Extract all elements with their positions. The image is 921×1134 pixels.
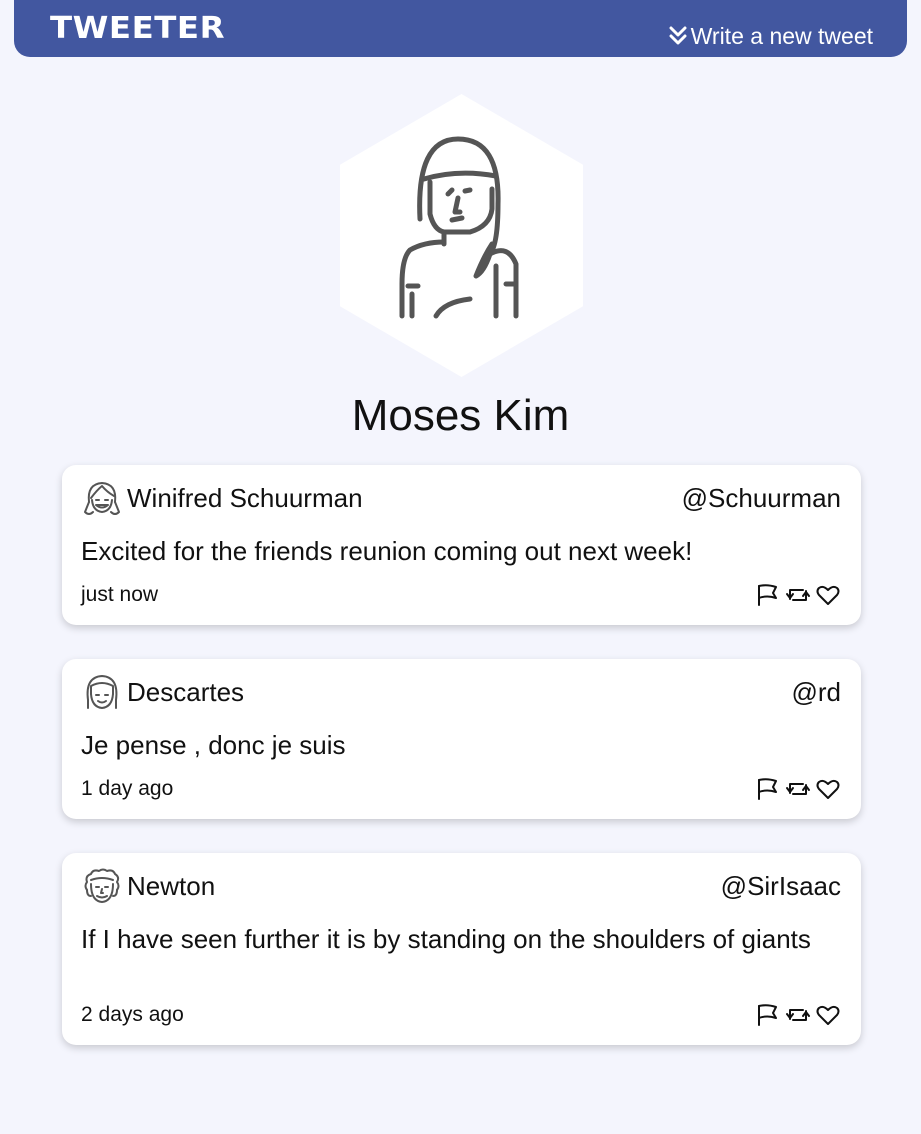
write-new-tweet-button[interactable]: Write a new tweet: [669, 22, 873, 50]
tweet-footer: just now: [81, 581, 841, 609]
profile-name: Moses Kim: [351, 391, 570, 440]
tweet-timestamp: 2 days ago: [81, 1003, 184, 1026]
tweet-header: Winifred Schuurman @Schuurman: [81, 478, 841, 518]
profile-avatar: [340, 94, 583, 377]
flag-icon[interactable]: [755, 583, 781, 607]
tweet-header: Descartes @rd: [81, 672, 841, 712]
flag-icon[interactable]: [755, 777, 781, 801]
retweet-icon[interactable]: [785, 777, 811, 801]
tweet-author-name[interactable]: Descartes: [127, 676, 244, 708]
tweet-footer: 1 day ago: [81, 775, 841, 803]
tweet-timestamp: just now: [81, 583, 159, 606]
retweet-icon[interactable]: [785, 1003, 811, 1027]
tweet-card: Descartes @rd Je pense , donc je suis 1 …: [62, 659, 861, 819]
tweet-actions: [755, 777, 841, 801]
tweet-card: Newton @SirIsaac If I have seen further …: [62, 853, 861, 1045]
double-chevron-down-icon: [669, 25, 687, 47]
tweet-author-handle[interactable]: @rd: [791, 676, 841, 708]
heart-icon[interactable]: [815, 777, 841, 801]
tweet-author-name[interactable]: Winifred Schuurman: [127, 482, 363, 514]
tweet-header: Newton @SirIsaac: [81, 866, 841, 906]
brand-logo[interactable]: TWEETER: [50, 12, 225, 46]
tweet-author-handle[interactable]: @Schuurman: [682, 482, 841, 514]
tweet-actions: [755, 583, 841, 607]
bangs-avatar-icon: [81, 672, 123, 714]
tweet-timestamp: 1 day ago: [81, 777, 174, 800]
top-navbar: TWEETER Write a new tweet: [14, 0, 907, 57]
retweet-icon[interactable]: [785, 583, 811, 607]
tweet-author-name[interactable]: Newton: [127, 870, 215, 902]
heart-icon[interactable]: [815, 583, 841, 607]
tweet-text: Excited for the friends reunion coming o…: [81, 536, 693, 566]
tweet-text: If I have seen further it is by standing…: [81, 924, 811, 954]
curly-hair-avatar-icon: [81, 866, 123, 908]
tweet-footer: 2 days ago: [81, 1001, 841, 1029]
tweet-card: Winifred Schuurman @Schuurman Excited fo…: [62, 465, 861, 625]
tweet-actions: [755, 1003, 841, 1027]
tweet-author-handle[interactable]: @SirIsaac: [721, 870, 841, 902]
write-new-tweet-label: Write a new tweet: [690, 23, 873, 49]
flag-icon[interactable]: [755, 1003, 781, 1027]
smiling-girl-avatar-icon: [81, 478, 123, 520]
heart-icon[interactable]: [815, 1003, 841, 1027]
tweet-text: Je pense , donc je suis: [81, 730, 346, 760]
